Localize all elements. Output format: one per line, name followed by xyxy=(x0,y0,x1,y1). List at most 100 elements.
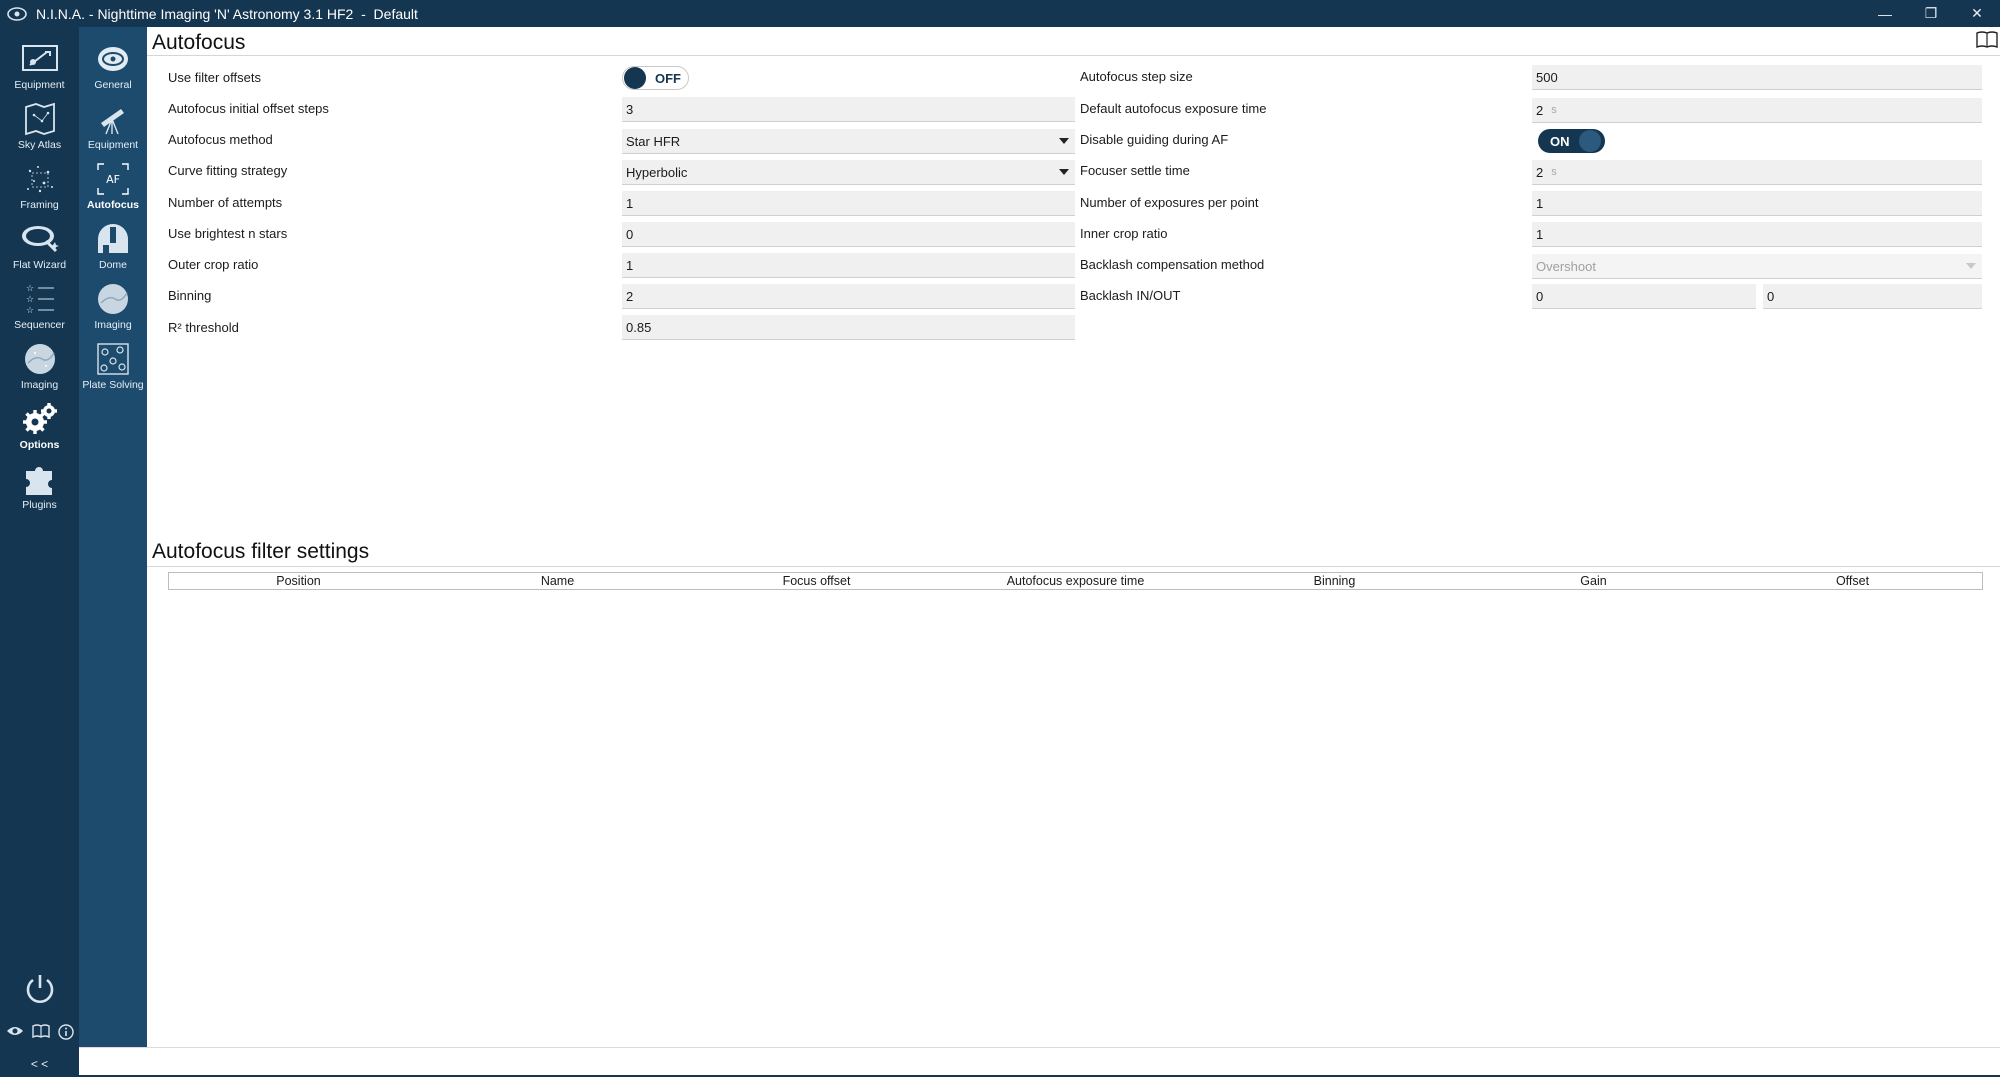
options-nav-autofocus[interactable]: AF Autofocus xyxy=(79,159,147,211)
curve-fitting-label: Curve fitting strategy xyxy=(168,163,288,178)
r2-threshold-label: R² threshold xyxy=(168,320,239,335)
initial-offset-steps-label: Autofocus initial offset steps xyxy=(168,101,329,116)
disable-guiding-toggle[interactable]: ON xyxy=(1538,129,1605,153)
svg-text:☆: ☆ xyxy=(26,284,34,294)
options-nav-imaging[interactable]: Imaging xyxy=(79,279,147,331)
title-bar: N.I.N.A. - Nighttime Imaging 'N' Astrono… xyxy=(0,0,2000,27)
main-navigation: Equipment Sky Atlas Framing Flat Wizard … xyxy=(0,27,79,1077)
nav-plugins[interactable]: Plugins xyxy=(0,459,79,511)
close-button[interactable]: ✕ xyxy=(1954,0,2000,27)
collapse-nav-button[interactable]: < < xyxy=(0,1057,79,1071)
select-value: Overshoot xyxy=(1536,258,1596,274)
autofocus-method-label: Autofocus method xyxy=(168,132,273,147)
flat-wizard-icon xyxy=(19,219,61,259)
column-header-exposure-time[interactable]: Autofocus exposure time xyxy=(946,573,1205,589)
nav-label: Autofocus xyxy=(87,199,139,211)
nav-equipment[interactable]: Equipment xyxy=(0,39,79,91)
nina-logo-icon xyxy=(4,3,30,25)
nav-options[interactable]: Options xyxy=(0,399,79,451)
r2-threshold-input[interactable]: 0.85 xyxy=(622,315,1075,340)
disable-guiding-label: Disable guiding during AF xyxy=(1080,132,1229,147)
minimize-button[interactable]: — xyxy=(1862,0,1908,27)
exposures-per-point-label: Number of exposures per point xyxy=(1080,195,1259,210)
nav-sequencer[interactable]: ☆ ☆ ☆ Sequencer xyxy=(0,279,79,331)
nav-label: Equipment xyxy=(14,79,65,91)
restore-button[interactable]: ❐ xyxy=(1908,0,1954,27)
nav-label: Plugins xyxy=(22,499,57,511)
column-header-gain[interactable]: Gain xyxy=(1464,573,1723,589)
chevron-down-icon xyxy=(1059,169,1069,175)
attempts-input[interactable]: 1 xyxy=(622,191,1075,216)
nav-imaging[interactable]: Imaging xyxy=(0,339,79,391)
help-book-icon[interactable] xyxy=(1976,31,1998,54)
book-icon[interactable] xyxy=(31,1024,50,1045)
title-divider xyxy=(147,55,2000,56)
backlash-in-out-label: Backlash IN/OUT xyxy=(1080,288,1181,303)
nav-label: Dome xyxy=(98,259,127,271)
select-value: Star HFR xyxy=(626,133,681,149)
exposure-time-input[interactable]: 2 s xyxy=(1532,98,1982,123)
gears-icon xyxy=(19,399,61,439)
brightest-n-input[interactable]: 0 xyxy=(622,222,1075,247)
nav-label: Sequencer xyxy=(14,319,65,331)
svg-text:☆: ☆ xyxy=(26,306,34,316)
toggle-knob xyxy=(1578,130,1601,152)
info-icon[interactable] xyxy=(57,1024,74,1045)
select-value: Hyperbolic xyxy=(626,164,688,180)
nav-label: Equipment xyxy=(87,139,139,151)
outer-crop-input[interactable]: 1 xyxy=(622,253,1075,278)
options-navigation: General Equipment AF Autofocus Dome Imag… xyxy=(79,27,147,1047)
unit-label: s xyxy=(1551,104,1557,116)
exposures-per-point-input[interactable]: 1 xyxy=(1532,191,1982,216)
nav-sky-atlas[interactable]: Sky Atlas xyxy=(0,99,79,151)
column-header-focus-offset[interactable]: Focus offset xyxy=(687,573,946,589)
settle-time-input[interactable]: 2 s xyxy=(1532,160,1982,185)
telescope-icon xyxy=(92,99,134,139)
initial-offset-steps-input[interactable]: 3 xyxy=(622,97,1075,122)
column-header-position[interactable]: Position xyxy=(169,573,428,589)
step-size-input[interactable]: 500 xyxy=(1532,65,1982,90)
binning-input[interactable]: 2 xyxy=(622,284,1075,309)
filter-settings-divider xyxy=(147,566,2000,567)
power-button[interactable] xyxy=(0,972,79,1006)
options-nav-general[interactable]: General xyxy=(79,39,147,91)
brightest-n-label: Use brightest n stars xyxy=(168,226,288,241)
camera-icon xyxy=(19,39,61,79)
column-header-name[interactable]: Name xyxy=(428,573,687,589)
backlash-in-input[interactable]: 0 xyxy=(1532,284,1756,309)
backlash-out-input[interactable]: 0 xyxy=(1763,284,1982,309)
dome-icon xyxy=(92,219,134,259)
unit-label: s xyxy=(1551,166,1557,178)
framing-icon xyxy=(19,159,61,199)
column-header-offset[interactable]: Offset xyxy=(1723,573,1982,589)
nav-label: Flat Wizard xyxy=(12,259,67,271)
chevron-down-icon xyxy=(1966,263,1976,269)
page-title: Autofocus xyxy=(152,31,246,54)
use-filter-offsets-toggle[interactable]: OFF xyxy=(622,66,689,90)
column-header-binning[interactable]: Binning xyxy=(1205,573,1464,589)
eye-icon[interactable] xyxy=(6,1024,24,1045)
toggle-state: OFF xyxy=(655,70,681,86)
options-nav-equipment[interactable]: Equipment xyxy=(79,99,147,151)
curve-fitting-select[interactable]: Hyperbolic xyxy=(622,160,1075,185)
autofocus-method-select[interactable]: Star HFR xyxy=(622,129,1075,154)
nav-label: Imaging xyxy=(20,379,59,391)
options-nav-plate-solving[interactable]: Plate Solving xyxy=(79,339,147,391)
input-value: 2 xyxy=(1536,102,1544,118)
inner-crop-label: Inner crop ratio xyxy=(1080,226,1168,241)
outer-crop-label: Outer crop ratio xyxy=(168,257,259,272)
nav-label: Options xyxy=(19,439,60,451)
nav-flat-wizard[interactable]: Flat Wizard xyxy=(0,219,79,271)
window-title: N.I.N.A. - Nighttime Imaging 'N' Astrono… xyxy=(36,5,418,22)
nav-label: Sky Atlas xyxy=(17,139,62,151)
nav-label: General xyxy=(94,79,132,91)
toggle-knob xyxy=(624,67,646,89)
options-nav-dome[interactable]: Dome xyxy=(79,219,147,271)
filter-settings-title: Autofocus filter settings xyxy=(152,540,370,563)
input-value: 2 xyxy=(1536,164,1544,180)
filter-settings-table: Position Name Focus offset Autofocus exp… xyxy=(168,572,1983,590)
sky-atlas-icon xyxy=(19,99,61,139)
general-icon xyxy=(92,39,134,79)
inner-crop-input[interactable]: 1 xyxy=(1532,222,1982,247)
nav-framing[interactable]: Framing xyxy=(0,159,79,211)
